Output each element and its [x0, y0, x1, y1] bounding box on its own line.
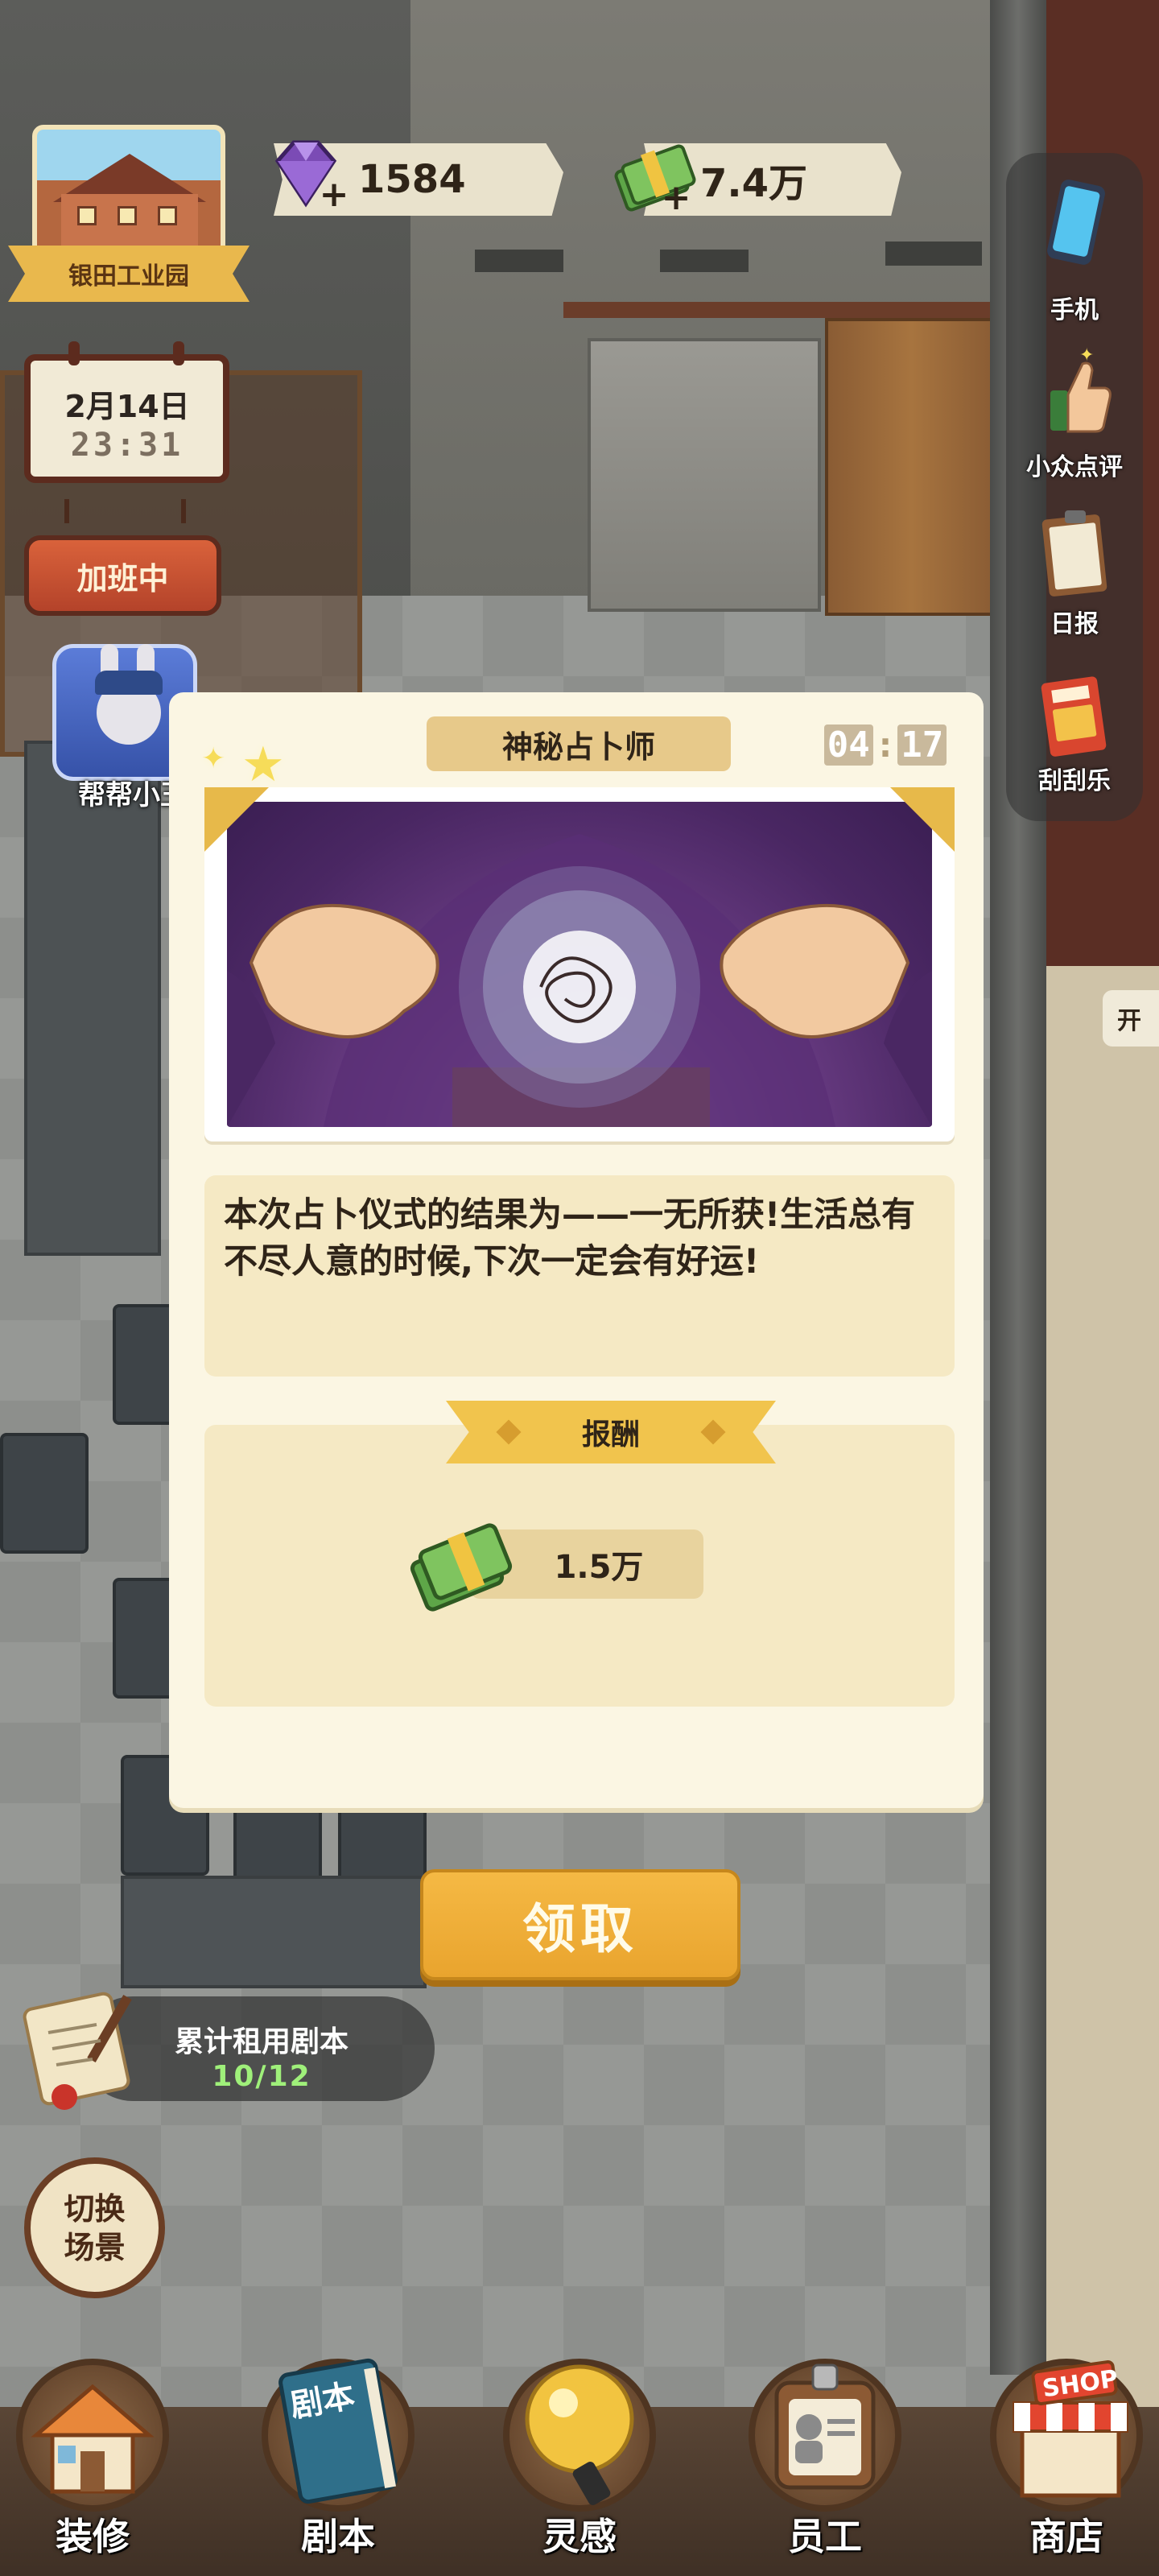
- employee-badge-icon: [749, 2351, 901, 2512]
- current-date: 2月14日: [64, 389, 190, 424]
- phone-icon: [1034, 177, 1115, 274]
- dialog-title: 神秘占卜师: [427, 716, 731, 771]
- date-board-face: 2月14日 23:31: [24, 354, 229, 483]
- claim-reward-button[interactable]: 领取: [420, 1869, 740, 1980]
- sidebar-label: 手机: [1050, 296, 1099, 324]
- switch-scene-line1: 切换: [64, 2190, 126, 2227]
- sidebar-item-phone[interactable]: 手机: [1006, 169, 1143, 330]
- bottom-navigation: 装修 剧本 剧本 灵感 员工 SHOP 商店: [0, 2334, 1159, 2576]
- wall-counter: [563, 302, 1006, 318]
- location-name: 银田工业园: [8, 246, 250, 302]
- nav-item-shop[interactable]: SHOP 商店: [974, 2334, 1159, 2576]
- thumbs-up-icon: ✦: [1034, 345, 1115, 443]
- reward-title: 报酬: [446, 1401, 776, 1463]
- location-badge[interactable]: 银田工业园: [8, 125, 250, 318]
- add-gems-icon[interactable]: +: [318, 177, 350, 213]
- illustration-frame: [204, 787, 955, 1141]
- chair: [0, 1433, 89, 1554]
- back-window: [588, 338, 821, 612]
- sidebar-item-scratch-card[interactable]: 刮刮乐: [1006, 660, 1143, 821]
- ceiling-lamp: [660, 250, 749, 272]
- nav-item-scripts[interactable]: 剧本 剧本: [245, 2334, 431, 2576]
- timer-colon: :: [874, 724, 897, 766]
- switch-scene-button[interactable]: 切换 场景: [24, 2157, 165, 2298]
- wooden-door: [825, 318, 998, 616]
- timer-seconds: 17: [897, 724, 947, 766]
- ceiling-lamp: [475, 250, 563, 272]
- sign-chain: [181, 499, 186, 523]
- calendar-ring: [68, 341, 80, 365]
- ribbon-ornament: [700, 1419, 726, 1445]
- switch-scene-line2: 场景: [64, 2229, 126, 2265]
- fortune-teller-illustration: [227, 802, 932, 1127]
- nav-label: 装修: [56, 2515, 130, 2558]
- ribbon-ornament: [496, 1419, 522, 1445]
- date-time-board: 2月14日 23:31: [24, 341, 229, 483]
- scratch-card-icon: [1034, 668, 1115, 765]
- nav-label: 员工: [788, 2515, 862, 2558]
- reward-panel: 报酬 1.5万: [204, 1401, 955, 1707]
- current-time: 23:31: [70, 427, 184, 464]
- long-table: [24, 741, 161, 1256]
- nav-label: 剧本: [301, 2515, 375, 2558]
- building-window: [158, 206, 177, 225]
- building-window: [118, 206, 137, 225]
- fortune-teller-dialog: ✦ ★ 神秘占卜师 04 : 17 本次占卜仪式的结果为——一无所获!生活总有不…: [169, 692, 984, 1808]
- nav-label: 商店: [1029, 2515, 1103, 2558]
- sparkle-icon: ✦: [201, 742, 226, 775]
- reward-amount-text: 1.5万: [554, 1549, 644, 1586]
- ceiling-lamp: [885, 242, 982, 266]
- script-rental-counter[interactable]: 累计租用剧本 10/12: [16, 1976, 435, 2113]
- timer-minutes: 04: [823, 724, 873, 766]
- open-sign-tag: 开: [1103, 990, 1159, 1046]
- bunny-hat: [95, 671, 163, 695]
- crystal-ball-icon: [503, 2351, 656, 2512]
- nav-item-inspiration[interactable]: 灵感: [487, 2334, 672, 2576]
- sign-chain: [64, 499, 69, 523]
- sidebar-label: 刮刮乐: [1038, 767, 1111, 795]
- svg-text:✦: ✦: [1079, 346, 1094, 365]
- sidebar-label: 小众点评: [1026, 453, 1123, 481]
- right-sidebar: 手机 ✦ 小众点评 日报 刮刮乐: [1006, 153, 1143, 821]
- cash-stack-icon: [406, 1509, 518, 1614]
- sidebar-item-daily-report[interactable]: 日报: [1006, 499, 1143, 660]
- building-thumbnail: [32, 125, 225, 262]
- counter-label: 累计租用剧本: [174, 2025, 349, 2058]
- star-icon: ★: [241, 737, 285, 793]
- add-cash-icon[interactable]: +: [660, 180, 692, 216]
- counter-value: 10/12: [212, 2060, 311, 2093]
- nav-item-staff[interactable]: 员工: [732, 2334, 918, 2576]
- sidebar-item-reviews[interactable]: ✦ 小众点评: [1006, 338, 1143, 499]
- calendar-ring: [173, 341, 184, 365]
- countdown-timer: 04 : 17: [821, 722, 950, 767]
- divination-result-text: 本次占卜仪式的结果为——一无所获!生活总有不尽人意的时候,下次一定会有好运!: [204, 1175, 955, 1377]
- nav-item-decorate[interactable]: 装修: [0, 2334, 185, 2576]
- house-icon: [16, 2359, 169, 2512]
- clipboard-icon: [1034, 507, 1115, 604]
- building-window: [77, 206, 97, 225]
- overtime-status-button[interactable]: 加班中: [24, 535, 221, 616]
- nav-label: 灵感: [542, 2515, 617, 2558]
- reward-title-text: 报酬: [581, 1418, 640, 1451]
- game-table: [121, 1876, 427, 1988]
- sidebar-label: 日报: [1050, 610, 1099, 638]
